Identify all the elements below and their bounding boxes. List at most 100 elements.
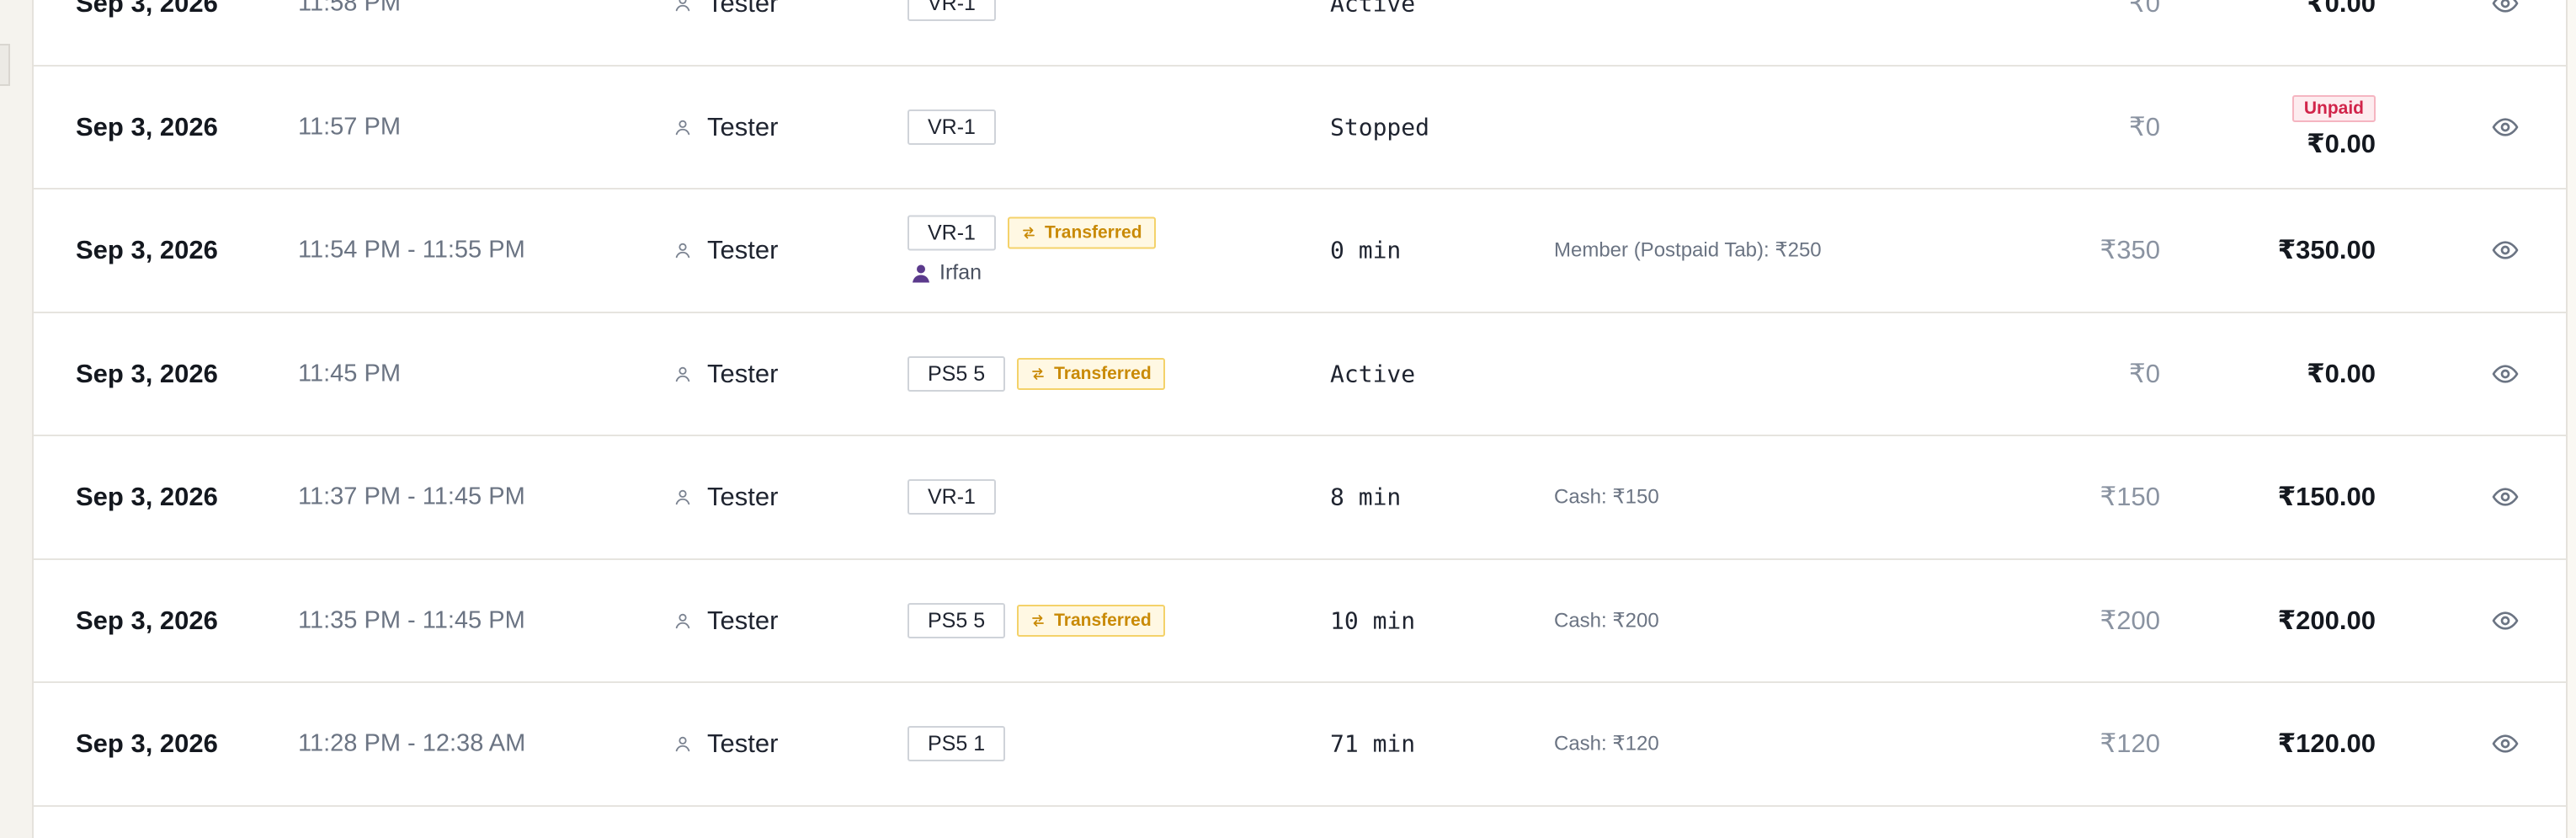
user-icon [675,243,690,259]
unpaid-badge: Unpaid [2291,94,2376,122]
session-device: VR-1 [907,0,996,22]
session-user: Tester [673,482,778,512]
session-date: Sep 3, 2026 [76,358,218,388]
session-user: Tester [673,112,778,142]
session-duration: 71 min [1330,729,1416,758]
device-tag: VR-1 [907,215,996,251]
session-amount: ₹120 [2100,729,2160,759]
session-total: ₹120.00 [2278,729,2376,759]
session-row[interactable]: Sep 3, 2026 11:58 PM Tester VR-1 Active … [34,0,2566,67]
eye-icon [2492,734,2519,753]
session-user: Tester [673,729,778,759]
session-user-name: Tester [707,358,779,388]
session-payment: Cash: ₹150 [1554,485,1659,509]
session-duration: 8 min [1330,483,1402,511]
user-icon [675,613,690,628]
session-user: Tester [673,0,778,19]
view-session-button[interactable] [2492,483,2519,510]
session-date: Sep 3, 2026 [76,605,218,635]
view-session-button[interactable] [2492,730,2519,757]
transferred-label: Transferred [1044,222,1142,243]
user-icon [675,737,690,752]
session-payment: Member (Postpaid Tab): ₹250 [1554,238,1822,262]
eye-icon [2492,0,2519,13]
session-duration: Stopped [1330,113,1430,141]
session-date: Sep 3, 2026 [76,111,218,141]
user-icon [675,490,690,505]
eye-icon [2492,365,2519,383]
member-person-icon [913,264,929,283]
session-device: PS5 1 [907,726,1006,762]
session-date: Sep 3, 2026 [76,482,218,512]
eye-icon [2492,488,2519,506]
user-icon [675,0,690,12]
session-user: Tester [673,359,778,389]
session-row[interactable]: Sep 3, 2026 11:54 PM - 11:55 PM Tester V… [34,189,2566,313]
session-date: Sep 3, 2026 [76,235,218,265]
session-row[interactable]: Sep 3, 2026 11:35 PM - 11:45 PM Tester P… [34,560,2566,683]
session-user-name: Tester [707,729,779,759]
session-amount: ₹0 [2129,111,2160,141]
session-amount: ₹150 [2100,482,2160,512]
session-duration: Active [1330,360,1416,388]
session-user-name: Tester [707,482,779,512]
session-time-range: 11:57 PM [298,113,401,141]
session-total: ₹200.00 [2278,606,2376,636]
member-line: Irfan [911,261,1156,286]
session-user-name: Tester [707,111,779,141]
device-tag: PS5 5 [907,355,1006,392]
session-row[interactable]: Sep 3, 2026 11:28 PM - 12:38 AM Tester P… [34,683,2566,807]
session-date: Sep 3, 2026 [76,729,218,759]
session-device: PS5 5 Transferred [907,355,1165,392]
device-tag: VR-1 [907,109,996,145]
member-name: Irfan [939,260,982,285]
session-time-range: 11:45 PM [298,360,401,387]
transferred-badge: Transferred [1017,604,1165,637]
device-tag: VR-1 [907,479,996,515]
view-session-button[interactable] [2492,114,2519,141]
device-tag: PS5 5 [907,602,1006,638]
transferred-badge: Transferred [1007,216,1156,249]
transfer-arrows-icon [1032,614,1045,627]
session-device: VR-1 [907,109,996,145]
session-total: ₹350.00 [2278,235,2376,265]
session-total-value: ₹0.00 [2307,128,2376,158]
user-icon [675,120,690,135]
session-time-range: 11:28 PM - 12:38 AM [298,729,526,757]
session-row[interactable]: Sep 3, 2026 11:57 PM Tester VR-1 Stopped… [34,67,2566,189]
session-time-range: 11:58 PM [298,0,401,17]
session-user: Tester [673,606,778,636]
session-amount: ₹200 [2100,605,2160,635]
session-device: PS5 5 Transferred [907,602,1165,638]
view-session-button[interactable] [2492,360,2519,387]
session-row[interactable]: Sep 3, 2026 11:45 PM Tester PS5 5 Transf… [34,313,2566,436]
session-user-name: Tester [707,235,779,265]
session-user: Tester [673,235,778,265]
eye-icon [2492,118,2519,136]
transferred-badge: Transferred [1017,357,1165,390]
sidebar-edge [0,0,32,838]
session-time-range: 11:54 PM - 11:55 PM [298,236,525,264]
session-total: Unpaid ₹0.00 [2291,94,2376,159]
session-amount: ₹0 [2129,0,2160,19]
session-user-name: Tester [707,605,779,635]
session-payment: Cash: ₹200 [1554,609,1659,633]
sidebar-collapse-handle[interactable] [0,44,10,86]
eye-icon [2492,241,2519,259]
session-duration: 0 min [1330,236,1402,264]
session-time-range: 11:35 PM - 11:45 PM [298,606,525,634]
session-total: ₹150.00 [2278,482,2376,512]
eye-icon [2492,611,2519,630]
session-device: VR-1 Transferred Irfan [907,215,1156,286]
session-total-value: ₹0.00 [2307,358,2376,388]
device-tag: VR-1 [907,0,996,22]
session-total: ₹0.00 [2307,0,2376,19]
session-total-value: ₹350.00 [2277,235,2376,265]
view-session-button[interactable] [2492,237,2519,264]
view-session-button[interactable] [2492,607,2519,634]
transferred-label: Transferred [1054,610,1152,630]
device-tag: PS5 1 [907,726,1006,762]
view-session-button[interactable] [2492,0,2519,17]
session-amount: ₹0 [2129,358,2160,388]
session-row[interactable]: Sep 3, 2026 11:37 PM - 11:45 PM Tester V… [34,436,2566,560]
